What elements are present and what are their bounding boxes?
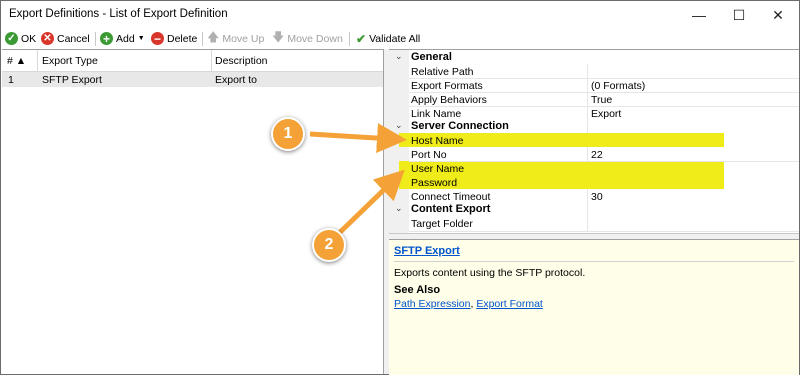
property-row[interactable]: Relative Path [389,65,799,79]
property-name: Apply Behaviors [411,94,487,106]
property-name: Port No [411,149,447,161]
arrow-up-icon: 🡅 [207,30,220,44]
property-row[interactable]: Host Name [389,134,799,148]
help-divider [394,261,794,262]
property-value[interactable]: Export [591,108,621,120]
arrow-down-icon: 🡇 [272,30,285,44]
property-value[interactable]: (0 Formats) [591,80,645,92]
row-divider [409,231,799,232]
callout-badge-1: 1 [271,117,305,151]
collapse-icon[interactable]: ⌄ [395,203,403,214]
toolbar-separator [95,32,96,46]
cancel-button[interactable]: ✕ Cancel [41,30,90,47]
property-name: User Name [411,163,465,175]
path-expression-link[interactable]: Path Expression [394,298,470,310]
move-up-label: Move Up [222,32,265,45]
validate-all-label: Validate All [369,32,421,45]
add-label: Add [116,32,135,45]
cancel-label: Cancel [57,32,90,45]
row-export-type: SFTP Export [42,74,102,86]
help-panel: SFTP Export Exports content using the SF… [389,240,799,375]
validate-all-button[interactable]: ✔ Validate All [356,30,420,47]
property-name: Export Formats [411,80,483,92]
close-button[interactable]: ✕ [758,1,798,29]
window-title: Export Definitions - List of Export Defi… [9,8,228,20]
title-bar: Export Definitions - List of Export Defi… [1,1,799,29]
minimize-button[interactable]: — [679,1,719,29]
category-label: General [411,51,452,63]
help-description: Exports content using the SFTP protocol. [394,267,586,279]
category-label: Server Connection [411,120,509,132]
category-content-export[interactable]: ⌄ Content Export [389,203,799,217]
export-format-link[interactable]: Export Format [476,298,543,310]
toolbar-separator [349,32,350,46]
column-divider[interactable] [211,50,212,72]
property-name: Host Name [411,135,464,147]
cancel-circle-icon: ✕ [41,32,54,45]
ok-label: OK [21,32,37,45]
column-divider[interactable] [37,50,38,72]
row-divider [409,106,799,107]
row-divider [409,161,799,162]
list-header: # ▲ Export Type Description [2,50,383,72]
table-row[interactable]: 1 SFTP Export Export to [2,72,383,87]
help-title-link[interactable]: SFTP Export [394,245,460,257]
dropdown-arrow-icon[interactable]: ▼ [138,35,145,42]
property-grid: ⌄ General Relative Path Export Formats (… [389,50,799,233]
property-row[interactable]: Apply Behaviors True [389,93,799,107]
category-label: Content Export [411,203,491,215]
minus-circle-icon: − [151,32,164,45]
row-divider [409,78,799,79]
row-divider [409,92,799,93]
property-name: Connect Timeout [411,191,491,203]
category-server-connection[interactable]: ⌄ Server Connection [389,120,799,134]
property-value[interactable]: True [591,94,612,106]
check-circle-icon: ✓ [5,32,18,45]
see-also-heading: See Also [394,284,441,296]
toolbar-separator [202,32,203,46]
right-pane: ⌄ General Relative Path Export Formats (… [389,49,799,375]
plus-circle-icon: + [100,32,113,45]
property-row[interactable]: User Name [389,162,799,176]
row-num: 1 [8,74,14,86]
property-row[interactable]: Port No 22 [389,148,799,162]
collapse-icon[interactable]: ⌄ [395,51,403,62]
help-splitter[interactable] [389,233,799,240]
property-value[interactable]: 22 [591,149,603,161]
delete-button[interactable]: − Delete [151,30,197,47]
export-definitions-window: Export Definitions - List of Export Defi… [0,0,800,375]
column-header-num[interactable]: # ▲ [7,55,26,67]
add-button[interactable]: + Add ▼ [100,30,145,47]
ok-button[interactable]: ✓ OK [5,30,36,47]
property-name: Password [411,177,458,189]
callout-badge-2: 2 [312,228,346,262]
property-row[interactable]: Password [389,176,799,190]
export-list: # ▲ Export Type Description 1 SFTP Expor… [2,49,384,374]
delete-label: Delete [167,32,198,45]
property-row[interactable]: Export Formats (0 Formats) [389,79,799,93]
maximize-button[interactable]: ☐ [719,1,759,29]
column-header-export-type[interactable]: Export Type [42,55,98,67]
property-value[interactable]: 30 [591,191,603,203]
move-down-button[interactable]: 🡇 Move Down [272,30,343,47]
property-row[interactable]: Connect Timeout 30 [389,190,799,204]
move-up-button[interactable]: 🡅 Move Up [207,30,264,47]
collapse-icon[interactable]: ⌄ [395,120,403,131]
category-general[interactable]: ⌄ General [389,51,799,65]
property-name: Relative Path [411,66,474,78]
toolbar: ✓ OK ✕ Cancel + Add ▼ − Delete 🡅 Move Up… [1,29,799,49]
property-name: Target Folder [411,218,473,230]
property-name: Link Name [411,108,462,120]
checkmark-icon: ✔ [356,31,367,46]
see-also-links: Path Expression, Export Format [394,298,543,310]
column-header-description[interactable]: Description [215,55,268,67]
row-description: Export to [215,74,258,86]
property-row[interactable]: Target Folder [389,217,799,231]
property-row[interactable]: Link Name Export [389,107,799,121]
move-down-label: Move Down [287,32,343,45]
